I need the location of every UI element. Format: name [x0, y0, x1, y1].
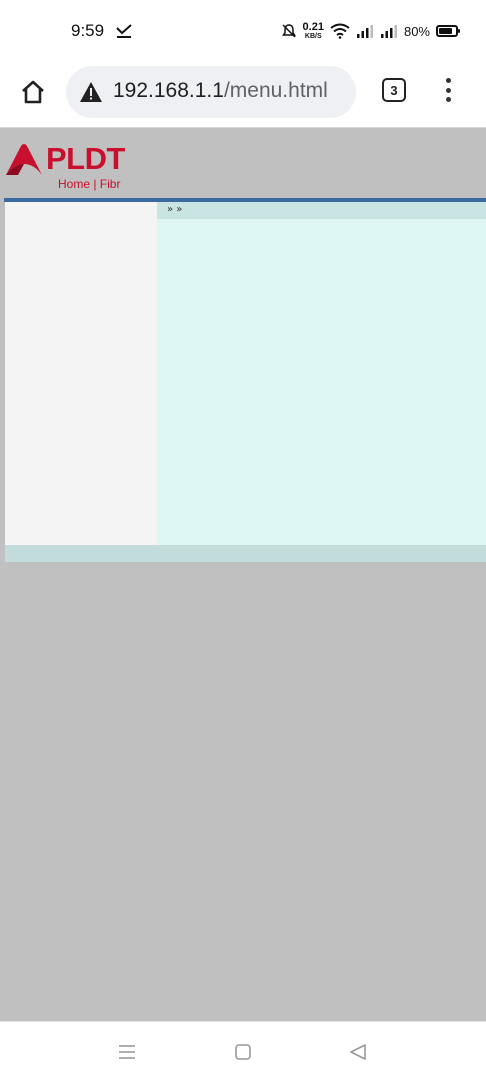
logo-tagline: Home | Fibr [58, 177, 121, 191]
frame-footer [5, 545, 486, 562]
mute-bell-icon [281, 24, 296, 38]
status-bar: 9:59 0.21 KB/S 80% [0, 0, 486, 58]
square-icon [235, 1044, 251, 1060]
url-host: 192.168.1.1 [113, 79, 224, 102]
recents-button[interactable] [115, 1040, 139, 1064]
status-time: 9:59 [71, 21, 105, 40]
content-header: » » [157, 202, 486, 219]
back-button[interactable] [346, 1040, 370, 1064]
status-icons: 0.21 KB/S 80% [281, 20, 460, 42]
wifi-icon [330, 23, 350, 39]
pldt-logo[interactable]: PLDT Home | Fibr [4, 139, 144, 195]
logo-wordmark: PLDT [46, 141, 125, 176]
network-speed-unit: KB/S [304, 32, 322, 40]
content-area [157, 219, 486, 545]
battery-percent: 80% [403, 23, 430, 39]
pldt-logo-mark [6, 144, 42, 175]
address-bar[interactable]: 192.168.1.1/menu.html [66, 66, 356, 118]
signal-icon-sim2 [380, 25, 397, 38]
download-done-icon [116, 24, 132, 38]
triangle-back-icon [350, 1044, 366, 1060]
menu-lines-icon [119, 1045, 135, 1059]
url-path: /menu.html [223, 79, 328, 102]
battery-icon [436, 25, 460, 37]
tab-switcher-button[interactable]: 3 [382, 78, 406, 102]
network-speed-value: 0.21 [302, 20, 324, 33]
home-icon [22, 80, 44, 104]
browser-toolbar: 192.168.1.1/menu.html 3 [0, 58, 486, 128]
network-speed: 0.21 KB/S [302, 20, 324, 41]
breadcrumb: » » [167, 204, 183, 215]
warning-icon[interactable] [79, 81, 103, 103]
system-nav-bar [0, 1021, 486, 1080]
side-menu [5, 202, 157, 545]
signal-icon-sim1 [356, 25, 373, 38]
router-frame: » » [4, 198, 486, 564]
nav-home-button[interactable] [231, 1040, 255, 1064]
more-vert-icon[interactable] [440, 76, 456, 104]
home-button[interactable] [16, 75, 50, 109]
web-page: PLDT Home | Fibr » » [0, 129, 486, 1021]
url-text[interactable]: 192.168.1.1/menu.html [113, 79, 328, 103]
